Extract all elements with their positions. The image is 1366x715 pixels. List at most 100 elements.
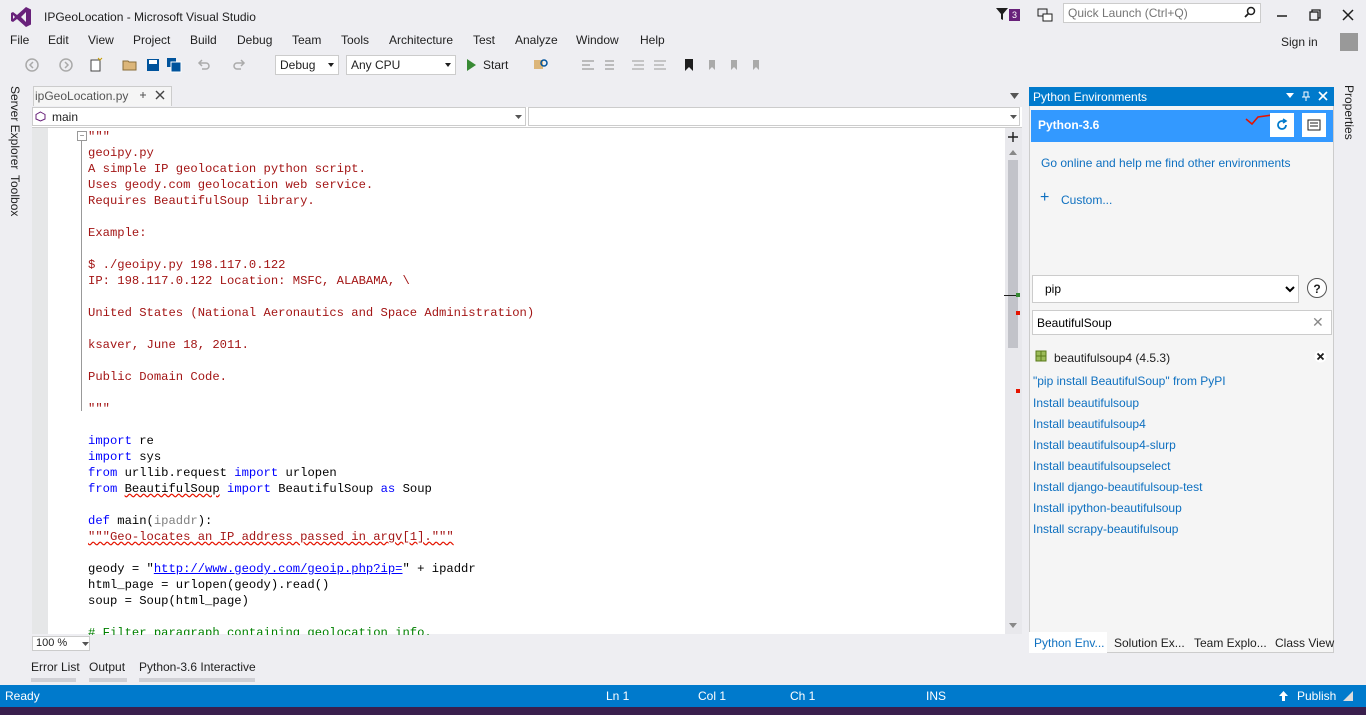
menu-debug[interactable]: Debug — [237, 33, 272, 47]
code-line[interactable] — [88, 241, 534, 257]
resize-grip-icon[interactable] — [1343, 691, 1353, 701]
menu-build[interactable]: Build — [190, 33, 217, 47]
package-search-input[interactable] — [1032, 310, 1332, 335]
code-line[interactable] — [88, 497, 534, 513]
save-all-icon[interactable] — [166, 57, 182, 73]
properties-tab[interactable]: Properties — [1342, 85, 1356, 140]
code-line[interactable]: Example: — [88, 225, 534, 241]
notification-count-badge[interactable]: 3 — [1009, 9, 1021, 21]
code-line[interactable]: from urllib.request import urlopen — [88, 465, 534, 481]
code-content[interactable]: """ geoipy.py A simple IP geolocation pyth… — [88, 129, 534, 641]
install-link[interactable]: Install beautifulsoup4-slurp — [1033, 438, 1176, 452]
close-window-icon[interactable] — [1341, 8, 1355, 22]
custom-environment-link[interactable]: Custom... — [1061, 193, 1112, 207]
code-line[interactable]: geody = "http://www.geody.com/geoip.php?… — [88, 561, 534, 577]
code-line[interactable]: soup = Soup(html_page) — [88, 593, 534, 609]
document-tab-title[interactable]: ipGeoLocation.py — [35, 89, 128, 103]
next-bookmark-icon[interactable] — [726, 57, 742, 73]
code-line[interactable]: Uses geody.com geolocation web service. — [88, 177, 534, 193]
code-line[interactable]: """ — [88, 401, 534, 417]
save-icon[interactable] — [145, 57, 161, 73]
code-line[interactable] — [88, 353, 534, 369]
member-detail-dropdown[interactable] — [528, 107, 1020, 126]
navigate-back-icon[interactable] — [24, 57, 40, 73]
panel-menu-chevron-icon[interactable] — [1286, 93, 1294, 98]
install-link-pypi[interactable]: "pip install BeautifulSoup" from PyPI — [1033, 374, 1226, 388]
uncomment-icon[interactable] — [652, 57, 668, 73]
open-file-icon[interactable] — [122, 57, 138, 73]
install-link[interactable]: Install django-beautifulsoup-test — [1033, 480, 1202, 494]
publish-arrow-icon[interactable] — [1278, 690, 1289, 702]
code-line[interactable]: html_page = urlopen(geody).read() — [88, 577, 534, 593]
team-explorer-tab[interactable]: Team Explo... — [1194, 636, 1267, 650]
editor-scroll-thumb[interactable] — [1008, 160, 1018, 348]
code-line[interactable]: from BeautifulSoup import BeautifulSoup … — [88, 481, 534, 497]
solution-explorer-tab[interactable]: Solution Ex... — [1114, 636, 1185, 650]
code-line[interactable] — [88, 385, 534, 401]
menu-file[interactable]: File — [10, 33, 29, 47]
plus-icon[interactable]: + — [1040, 190, 1049, 206]
scroll-up-icon[interactable] — [1009, 150, 1017, 155]
code-line[interactable]: Public Domain Code. — [88, 369, 534, 385]
menu-tools[interactable]: Tools — [341, 33, 369, 47]
start-button-label[interactable]: Start — [483, 58, 508, 72]
find-other-environments-link[interactable]: Go online and help me find other environ… — [1041, 156, 1291, 170]
code-line[interactable]: IP: 198.117.0.122 Location: MSFC, ALABAM… — [88, 273, 534, 289]
member-dropdown[interactable] — [32, 107, 526, 126]
minimize-window-icon[interactable] — [1275, 8, 1289, 22]
install-link[interactable]: Install scrapy-beautifulsoup — [1033, 522, 1178, 536]
code-line[interactable] — [88, 321, 534, 337]
code-line[interactable] — [88, 417, 534, 433]
uninstall-package-icon[interactable] — [1314, 350, 1327, 363]
sign-in-link[interactable]: Sign in — [1281, 35, 1318, 49]
publish-button[interactable]: Publish — [1297, 689, 1336, 703]
server-explorer-tab[interactable]: Server Explorer — [8, 86, 22, 169]
code-line[interactable] — [88, 209, 534, 225]
tab-overflow-chevron-icon[interactable] — [1010, 93, 1019, 99]
menu-window[interactable]: Window — [576, 33, 619, 47]
code-line[interactable]: ksaver, June 18, 2011. — [88, 337, 534, 353]
account-avatar-icon[interactable] — [1340, 33, 1358, 51]
output-tab[interactable]: Output — [89, 660, 125, 674]
pin-panel-icon[interactable] — [1301, 91, 1311, 101]
format-icon[interactable] — [580, 57, 596, 73]
menu-project[interactable]: Project — [133, 33, 170, 47]
code-line[interactable]: $ ./geoipy.py 198.117.0.122 — [88, 257, 534, 273]
menu-team[interactable]: Team — [292, 33, 321, 47]
error-list-tab[interactable]: Error List — [31, 660, 80, 674]
code-line[interactable]: Requires BeautifulSoup library. — [88, 193, 534, 209]
code-line[interactable]: import sys — [88, 449, 534, 465]
comment-out-icon[interactable] — [630, 57, 646, 73]
code-line[interactable]: def main(ipaddr): — [88, 513, 534, 529]
install-link[interactable]: Install ipython-beautifulsoup — [1033, 501, 1182, 515]
class-view-tab[interactable]: Class View — [1275, 636, 1334, 650]
bookmark-icon[interactable] — [681, 57, 697, 73]
split-window-icon[interactable] — [1006, 130, 1020, 144]
code-line[interactable]: geoipy.py — [88, 145, 534, 161]
indent-icon[interactable] — [600, 57, 616, 73]
find-in-files-icon[interactable] — [533, 57, 549, 73]
code-line[interactable]: A simple IP geolocation python script. — [88, 161, 534, 177]
code-line[interactable]: United States (National Aeronautics and … — [88, 305, 534, 321]
menu-analyze[interactable]: Analyze — [515, 33, 558, 47]
menu-edit[interactable]: Edit — [48, 33, 69, 47]
python-environments-tab[interactable]: Python Env... — [1034, 636, 1104, 650]
collapse-region-icon[interactable]: − — [77, 131, 87, 141]
menu-architecture[interactable]: Architecture — [389, 33, 453, 47]
quick-launch-input[interactable] — [1063, 3, 1261, 23]
environment-view-select[interactable]: pip — [1032, 275, 1299, 303]
solution-platform-select[interactable]: Any CPU — [346, 55, 456, 75]
new-project-icon[interactable] — [88, 57, 104, 73]
install-link[interactable]: Install beautifulsoup — [1033, 396, 1139, 410]
start-debugging-icon[interactable] — [463, 57, 479, 73]
menu-test[interactable]: Test — [473, 33, 495, 47]
redo-icon[interactable] — [231, 57, 247, 73]
code-line[interactable]: """ — [88, 129, 534, 145]
help-icon[interactable]: ? — [1307, 278, 1327, 298]
code-line[interactable]: """Geo-locates an IP address passed in a… — [88, 529, 534, 545]
code-line[interactable] — [88, 545, 534, 561]
solution-configuration-select[interactable]: Debug — [275, 55, 339, 75]
notifications-flag-icon[interactable] — [995, 7, 1009, 21]
menu-view[interactable]: View — [88, 33, 114, 47]
undo-icon[interactable] — [196, 57, 212, 73]
